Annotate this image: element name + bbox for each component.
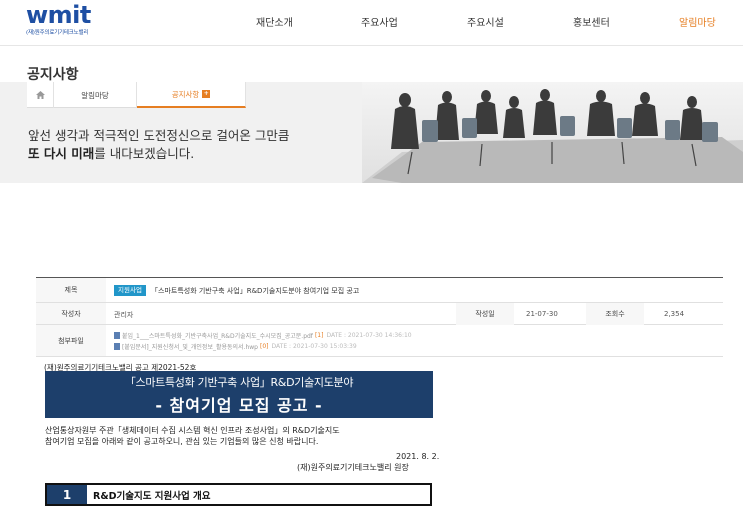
category-badge: 지원사업 — [114, 285, 146, 296]
intro-line-1: 산업통상자원부 주관「생체데이터 수집 시스템 혁신 인프라 조성사업」의 R&… — [45, 426, 340, 435]
attachment-count: [1] — [314, 332, 324, 339]
attachment-item[interactable]: 붙임_1___스마트특성화_기반구축사업_R&D기술지도_수시모집_공고문.pd… — [114, 331, 412, 340]
plus-icon: + — [202, 90, 211, 98]
label-attachments: 첨부파일 — [36, 325, 106, 356]
nav-business[interactable]: 주요사업 — [361, 14, 398, 29]
main-nav: 재단소개 주요사업 주요시설 홍보센터 알림마당 — [0, 14, 743, 29]
sub-nav: 알림마당 공지사항 + — [27, 82, 246, 108]
intro-line-2: 참여기업 모집을 아래와 같이 공고하오니, 관심 있는 기업들의 많은 신청 … — [45, 436, 319, 446]
row-attachments: 첨부파일 붙임_1___스마트특성화_기반구축사업_R&D기술지도_수시모집_공… — [36, 325, 723, 357]
file-icon — [114, 343, 120, 350]
home-icon — [35, 91, 45, 99]
nav-notice[interactable]: 알림마당 — [679, 14, 716, 29]
tab-announcements[interactable]: 공지사항 + — [137, 82, 246, 108]
tab-announcements-label: 공지사항 — [171, 89, 200, 99]
announcement-headline: 「스마트특성화 기반구축 사업」R&D기술지도분야 - 참여기업 모집 공고 - — [45, 371, 433, 418]
headline-line-2: - 참여기업 모집 공고 - — [155, 396, 323, 415]
announcement-date: 2021. 8. 2. — [396, 452, 440, 461]
title-bar: 공지사항 — [0, 45, 743, 83]
row-meta: 작성자 관리자 작성일 21-07-30 조회수 2,354 — [36, 303, 723, 325]
author-value: 관리자 — [114, 311, 134, 319]
attachment-name: 붙임_1___스마트특성화_기반구축사업_R&D기술지도_수시모집_공고문.pd… — [122, 333, 313, 340]
post-title: 「스마트특성화 기반구축 사업」R&D기술지도분야 참여기업 모집 공고 — [151, 287, 360, 295]
announcement-intro: 산업통상자원부 주관「생체데이터 수집 시스템 혁신 인프라 조성사업」의 R&… — [45, 426, 340, 447]
attachment-date: DATE : 2021-07-30 15:03:39 — [271, 343, 357, 350]
section-number: 1 — [47, 485, 87, 504]
announcement-signer: (재)원주의료기기테크노밸리 원장 — [297, 463, 409, 472]
slogan-rest: 를 내다보겠습니다. — [94, 146, 195, 161]
logo-subtitle: (재)원주의료기기테크노밸리 — [26, 30, 89, 36]
attachment-name: [붙임문서]_지원신청서_및_개인정보_활용동의서.hwp — [122, 344, 258, 351]
row-title: 제목 지원사업 「스마트특성화 기반구축 사업」R&D기술지도분야 참여기업 모… — [36, 278, 723, 303]
home-button[interactable] — [27, 82, 54, 108]
slogan-line-2: 또 다시 미래를 내다보겠습니다. — [28, 145, 289, 163]
headline-line-1: 「스마트특성화 기반구축 사업」R&D기술지도분야 — [124, 376, 354, 389]
attachment-date: DATE : 2021-07-30 14:36:10 — [326, 332, 412, 339]
slogan-emphasis: 또 다시 미래 — [28, 146, 95, 161]
attachment-count: [0] — [260, 343, 269, 350]
banner-slogan: 앞선 생각과 적극적인 도전정신으로 걸어온 그만큼 또 다시 미래를 내다보겠… — [28, 127, 289, 163]
date-value: 21-07-30 — [526, 310, 558, 318]
nav-foundation[interactable]: 재단소개 — [256, 14, 293, 29]
views-value: 2,354 — [664, 310, 685, 318]
meeting-photo — [362, 82, 743, 183]
nav-pr-center[interactable]: 홍보센터 — [573, 14, 610, 29]
nav-facilities[interactable]: 주요시설 — [467, 14, 504, 29]
page-title: 공지사항 — [27, 67, 79, 83]
label-date: 작성일 — [456, 303, 514, 325]
post-detail-table: 제목 지원사업 「스마트특성화 기반구축 사업」R&D기술지도분야 참여기업 모… — [36, 277, 723, 357]
label-views: 조회수 — [586, 303, 644, 325]
section-heading: 1 R&D기술지도 지원사업 개요 — [45, 483, 432, 506]
section-title: R&D기술지도 지원사업 개요 — [93, 490, 211, 502]
slogan-line-1: 앞선 생각과 적극적인 도전정신으로 걸어온 그만큼 — [28, 128, 290, 143]
label-title: 제목 — [36, 278, 106, 302]
attachment-item[interactable]: [붙임문서]_지원신청서_및_개인정보_활용동의서.hwp [0] DATE :… — [114, 342, 357, 351]
tab-notice-board[interactable]: 알림마당 — [54, 82, 137, 108]
file-icon — [114, 332, 120, 339]
site-header: wmit (재)원주의료기기테크노밸리 재단소개 주요사업 주요시설 홍보센터 … — [0, 0, 743, 45]
label-author: 작성자 — [36, 303, 106, 324]
